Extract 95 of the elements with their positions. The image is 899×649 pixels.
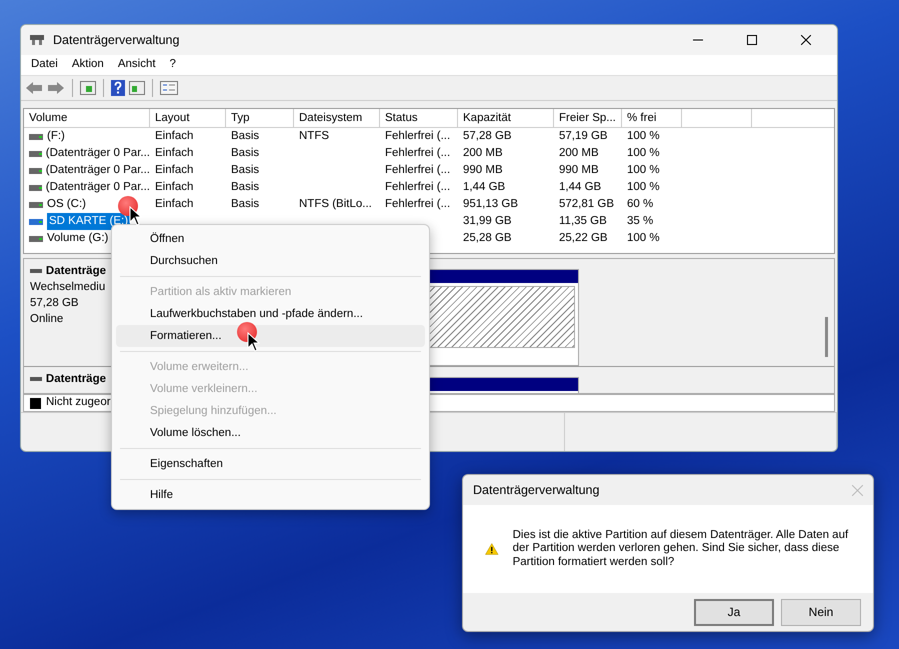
table-cell: Einfach xyxy=(155,164,194,176)
table-cell: Basis xyxy=(231,130,260,142)
drive-icon xyxy=(29,150,42,156)
menu-item[interactable]: Volume löschen... xyxy=(116,422,425,444)
menu-item[interactable]: Aktion xyxy=(64,56,111,74)
forward-arrow-icon[interactable] xyxy=(47,81,65,95)
table-cell: NTFS xyxy=(299,130,330,142)
column-header[interactable]: Volume xyxy=(24,109,150,128)
drive-icon xyxy=(29,202,43,208)
volume-name[interactable]: (Datenträger 0 Par... xyxy=(46,178,150,196)
table-cell: Fehlerfrei (... xyxy=(385,180,450,193)
table-cell: Basis xyxy=(231,146,260,159)
menu-item[interactable]: Formatieren... xyxy=(116,325,425,347)
dialog-button[interactable]: Ja xyxy=(694,598,774,626)
menu-item[interactable]: Laufwerkbuchstaben und -pfade ändern... xyxy=(116,303,425,325)
column-header[interactable]: Freier Sp... xyxy=(554,109,622,128)
table-cell: 60 % xyxy=(627,198,654,210)
disk-info: Wechselmediu xyxy=(30,280,106,295)
legend-label: Nicht zugeor xyxy=(46,395,111,410)
table-cell: 990 MB xyxy=(463,164,503,176)
table-cell: 1,44 GB xyxy=(463,180,506,193)
table-cell: Basis xyxy=(231,164,260,176)
dialog-title: Datenträgerverwaltung xyxy=(473,482,600,499)
table-cell: Basis xyxy=(231,180,260,193)
dialog-button[interactable]: Nein xyxy=(781,598,861,626)
table-cell: Einfach xyxy=(155,130,194,142)
table-cell: 951,13 GB xyxy=(463,198,518,210)
table-cell: 1,44 GB xyxy=(559,180,602,193)
drive-icon xyxy=(30,269,42,273)
table-cell: 100 % xyxy=(627,164,660,176)
column-header[interactable]: Dateisystem xyxy=(294,109,380,128)
menu-item[interactable]: Durchsuchen xyxy=(116,250,425,272)
drive-icon xyxy=(29,184,42,190)
drive-icon xyxy=(29,236,43,242)
table-cell: 100 % xyxy=(627,130,660,142)
column-header[interactable]: Layout xyxy=(150,109,226,128)
table-cell: 100 % xyxy=(627,180,660,193)
disk-name: Datenträge xyxy=(46,372,106,387)
maximize-icon[interactable] xyxy=(747,35,757,45)
window-title: Datenträgerverwaltung xyxy=(53,32,180,49)
disk-management-icon xyxy=(29,33,45,47)
panel-icon[interactable] xyxy=(129,81,145,95)
scrollbar-thumb[interactable] xyxy=(825,317,828,357)
table-cell: 200 MB xyxy=(559,146,599,159)
menu-item[interactable]: Datei xyxy=(24,56,65,74)
table-cell: 200 MB xyxy=(463,146,503,159)
table-cell: NTFS (BitLo... xyxy=(299,198,372,210)
table-cell: Fehlerfrei (... xyxy=(385,130,450,142)
table-cell: Einfach xyxy=(155,180,194,193)
mouse-cursor-icon xyxy=(247,332,260,352)
table-cell: 35 % xyxy=(627,214,654,227)
disk-info: Online xyxy=(30,312,64,327)
column-header[interactable]: Kapazität xyxy=(458,109,554,128)
close-icon[interactable] xyxy=(801,35,811,45)
dialog-message: Dies ist die aktive Partition auf diesem Datenträger. Alle Daten auf der Partition werden verloren gehen. Sind Sie sicher, dass diese Partition formatiert werden soll? xyxy=(512,528,850,570)
column-header[interactable]: Typ xyxy=(226,109,294,128)
table-cell: Fehlerfrei (... xyxy=(385,146,450,159)
menu-item[interactable]: Eigenschaften xyxy=(116,453,425,475)
drive-icon xyxy=(29,218,43,224)
disk-info: 57,28 GB xyxy=(30,296,80,311)
table-cell: 25,22 GB xyxy=(559,232,608,244)
table-cell: 25,28 GB xyxy=(463,232,512,244)
table-cell: Basis xyxy=(231,198,260,210)
table-cell: 572,81 GB xyxy=(559,198,614,210)
drive-icon xyxy=(30,377,42,381)
volume-name[interactable]: Volume (G:) xyxy=(47,230,108,248)
column-header[interactable]: % frei xyxy=(622,109,682,128)
menu-item[interactable]: ? xyxy=(162,56,183,74)
table-cell: 100 % xyxy=(627,146,660,159)
table-cell: 31,99 GB xyxy=(463,214,512,227)
drive-icon xyxy=(29,134,43,140)
column-header[interactable]: Status xyxy=(380,109,458,128)
table-cell: 57,19 GB xyxy=(559,130,608,142)
volume-name[interactable]: (Datenträger 0 Par... xyxy=(46,162,150,180)
volume-name[interactable]: (Datenträger 0 Par... xyxy=(46,144,150,162)
checklist-icon[interactable] xyxy=(160,81,178,95)
table-cell: 990 MB xyxy=(559,164,599,176)
table-cell: Einfach xyxy=(155,198,194,210)
minimize-icon[interactable] xyxy=(693,39,703,41)
table-cell: 11,35 GB xyxy=(559,214,607,227)
table-cell: 57,28 GB xyxy=(463,130,512,142)
drive-icon xyxy=(29,168,42,174)
table-cell: 100 % xyxy=(627,232,660,244)
volume-name[interactable]: (F:) xyxy=(47,128,65,146)
menu-item[interactable]: Ansicht xyxy=(110,56,163,74)
back-arrow-icon[interactable] xyxy=(25,81,43,95)
table-cell: Fehlerfrei (... xyxy=(385,164,450,176)
volume-name[interactable]: OS (C:) xyxy=(47,196,86,214)
help-icon[interactable] xyxy=(111,80,125,96)
table-cell: Einfach xyxy=(155,146,194,159)
menu-item[interactable]: Hilfe xyxy=(116,484,425,506)
disk-name: Datenträge xyxy=(46,264,106,279)
panel-icon[interactable] xyxy=(80,81,96,95)
table-cell: Fehlerfrei (... xyxy=(385,198,450,210)
menu-item[interactable]: Öffnen xyxy=(116,228,425,250)
